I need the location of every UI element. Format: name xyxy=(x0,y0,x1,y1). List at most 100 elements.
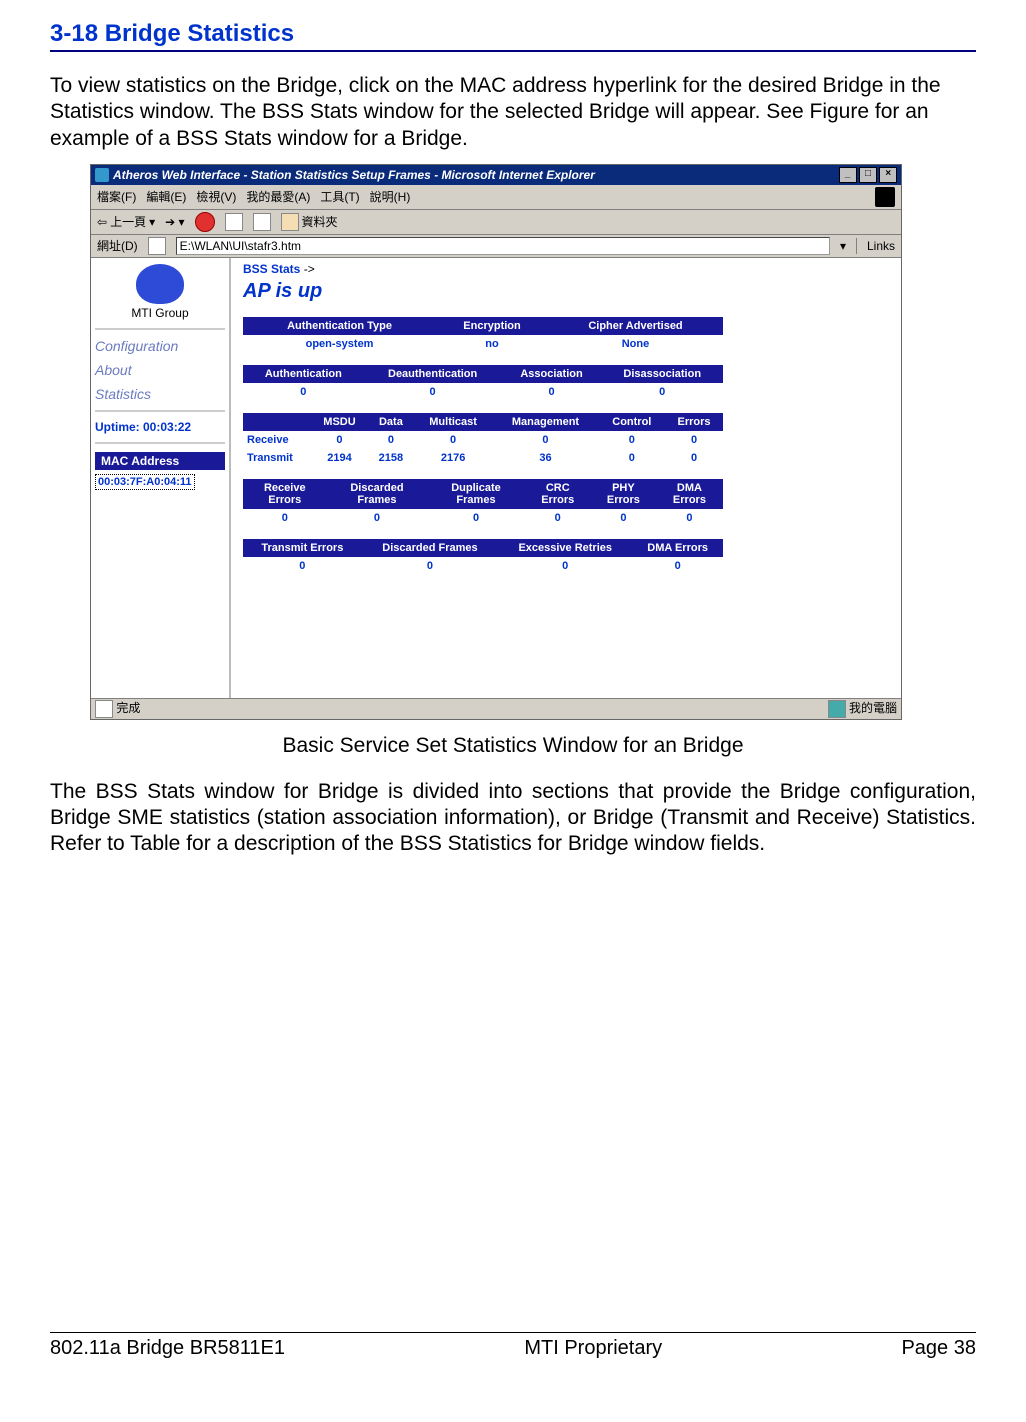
td: 0 xyxy=(492,431,598,449)
page-footer: 802.11a Bridge BR5811E1 MTI Proprietary … xyxy=(50,1332,976,1360)
logo: MTI Group xyxy=(95,264,225,320)
td: 2158 xyxy=(368,449,414,467)
td: 0 xyxy=(243,383,364,401)
address-label: 網址(D) xyxy=(97,237,138,254)
table-assoc: Authentication Deauthentication Associat… xyxy=(243,365,723,401)
td: 0 xyxy=(243,509,327,527)
td: 0 xyxy=(599,449,665,467)
td: 36 xyxy=(492,449,598,467)
section-heading: 3-18 Bridge Statistics xyxy=(50,20,976,52)
row-label: Transmit xyxy=(243,449,311,467)
th: Disassociation xyxy=(601,365,723,383)
td: 0 xyxy=(498,557,632,575)
th: Receive Errors xyxy=(243,479,327,509)
stop-icon[interactable] xyxy=(195,212,215,232)
th: Discarded Frames xyxy=(327,479,428,509)
table-tx-errors: Transmit Errors Discarded Frames Excessi… xyxy=(243,539,723,575)
th: Multicast xyxy=(414,413,493,431)
td: 0 xyxy=(632,557,723,575)
zone-icon xyxy=(828,700,846,718)
td: None xyxy=(548,335,723,353)
th: Association xyxy=(502,365,602,383)
td: 0 xyxy=(368,431,414,449)
th: DMA Errors xyxy=(656,479,723,509)
th: Authentication xyxy=(243,365,364,383)
breadcrumb: BSS Stats -> xyxy=(243,262,889,276)
main-content: BSS Stats -> AP is up Authentication Typ… xyxy=(231,258,901,698)
logo-icon xyxy=(136,264,184,304)
logo-text: MTI Group xyxy=(95,306,225,320)
th: Transmit Errors xyxy=(243,539,362,557)
td: 2176 xyxy=(414,449,493,467)
maximize-button[interactable]: □ xyxy=(859,167,877,183)
table-rx-errors: Receive Errors Discarded Frames Duplicat… xyxy=(243,479,723,527)
footer-center: MTI Proprietary xyxy=(524,1337,662,1360)
td: 0 xyxy=(364,383,502,401)
address-dropdown-icon[interactable]: ▾ xyxy=(840,239,846,253)
menubar: 檔案(F) 編輯(E) 檢視(V) 我的最愛(A) 工具(T) 說明(H) xyxy=(91,185,901,210)
td: 0 xyxy=(414,431,493,449)
menu-help[interactable]: 說明(H) xyxy=(370,188,411,205)
td: 0 xyxy=(599,431,665,449)
menu-tools[interactable]: 工具(T) xyxy=(320,188,359,205)
refresh-icon[interactable] xyxy=(225,213,243,231)
addressbar: 網址(D) E:\WLAN\UI\stafr3.htm ▾ Links xyxy=(91,235,901,258)
th-encryption: Encryption xyxy=(436,317,548,335)
th: Errors xyxy=(665,413,723,431)
ap-status: AP is up xyxy=(243,280,889,303)
footer-right: Page 38 xyxy=(901,1337,976,1360)
status-zone: 我的電腦 xyxy=(849,701,897,715)
folders-button[interactable]: 資料夾 xyxy=(281,213,338,231)
minimize-button[interactable]: _ xyxy=(839,167,857,183)
td: 0 xyxy=(362,557,498,575)
td: 0 xyxy=(525,509,591,527)
uptime-label: Uptime: 00:03:22 xyxy=(95,420,225,434)
th: DMA Errors xyxy=(632,539,723,557)
th: Deauthentication xyxy=(364,365,502,383)
sidebar-item-statistics[interactable]: Statistics xyxy=(95,386,225,402)
home-icon[interactable] xyxy=(253,213,271,231)
menu-view[interactable]: 檢視(V) xyxy=(196,188,236,205)
body-paragraph-2: The BSS Stats window for Bridge is divid… xyxy=(50,779,976,858)
back-button[interactable]: ⇦ 上一頁 ▾ xyxy=(97,213,155,230)
links-label[interactable]: Links xyxy=(867,239,895,253)
th: Control xyxy=(599,413,665,431)
td: 0 xyxy=(665,431,723,449)
page-icon xyxy=(148,237,166,255)
status-done: 完成 xyxy=(116,701,140,715)
row-label: Receive xyxy=(243,431,311,449)
td: open-system xyxy=(243,335,436,353)
menu-edit[interactable]: 編輯(E) xyxy=(146,188,186,205)
th: Management xyxy=(492,413,598,431)
sidebar-item-configuration[interactable]: Configuration xyxy=(95,338,225,354)
table-rxtx: MSDU Data Multicast Management Control E… xyxy=(243,413,723,467)
address-input[interactable]: E:\WLAN\UI\stafr3.htm xyxy=(176,237,830,255)
td: 0 xyxy=(601,383,723,401)
td: 0 xyxy=(656,509,723,527)
intro-paragraph: To view statistics on the Bridge, click … xyxy=(50,73,976,152)
menu-file[interactable]: 檔案(F) xyxy=(97,188,136,205)
breadcrumb-link[interactable]: BSS Stats xyxy=(243,262,300,276)
close-button[interactable]: × xyxy=(879,167,897,183)
td: 0 xyxy=(502,383,602,401)
td: 2194 xyxy=(311,449,368,467)
td: 0 xyxy=(591,509,656,527)
th: Data xyxy=(368,413,414,431)
browser-window: Atheros Web Interface - Station Statisti… xyxy=(90,164,902,720)
td: 0 xyxy=(311,431,368,449)
menu-favorites[interactable]: 我的最愛(A) xyxy=(246,188,310,205)
toolbar: ⇦ 上一頁 ▾ ➔ ▾ 資料夾 xyxy=(91,210,901,235)
ie-flag-icon xyxy=(875,187,895,207)
th: Duplicate Frames xyxy=(427,479,524,509)
forward-button[interactable]: ➔ ▾ xyxy=(165,215,184,229)
figure-caption: Basic Service Set Statistics Window for … xyxy=(50,734,976,758)
td: 0 xyxy=(243,557,362,575)
statusbar: 完成 我的電腦 xyxy=(91,698,901,719)
sidebar: MTI Group Configuration About Statistics… xyxy=(91,258,231,698)
td: 0 xyxy=(665,449,723,467)
sidebar-item-about[interactable]: About xyxy=(95,362,225,378)
mac-address-link[interactable]: 00:03:7F:A0:04:11 xyxy=(95,474,195,490)
breadcrumb-arrow: -> xyxy=(304,262,315,276)
th-auth-type: Authentication Type xyxy=(243,317,436,335)
window-title: Atheros Web Interface - Station Statisti… xyxy=(113,168,595,182)
